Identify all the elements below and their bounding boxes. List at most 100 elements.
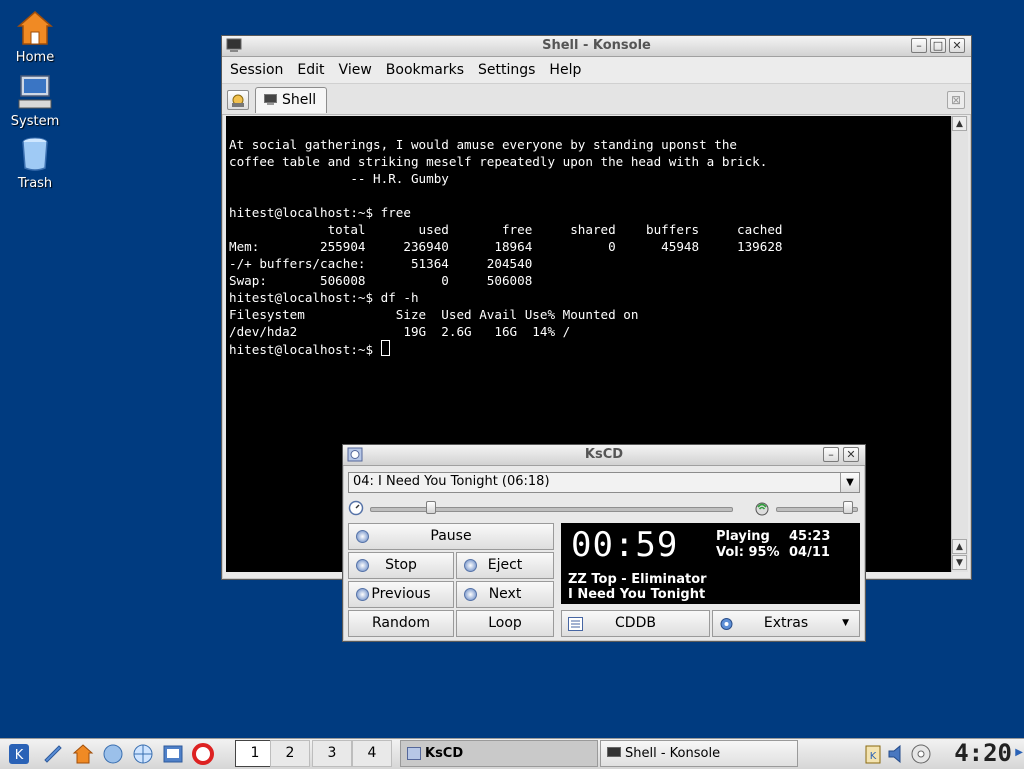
menu-session[interactable]: Session xyxy=(224,62,289,78)
desktop-icon-home[interactable]: Home xyxy=(6,8,64,65)
pause-icon xyxy=(356,530,369,543)
desktop-icon-system[interactable]: System xyxy=(6,72,64,129)
terminal-icon xyxy=(607,747,621,757)
desktop-pager-4[interactable]: 4 xyxy=(352,740,392,767)
random-label: Random xyxy=(372,615,430,631)
terminal-scrollbar[interactable]: ▲ ▲ ▼ xyxy=(951,116,968,572)
desktop-pager-3[interactable]: 3 xyxy=(312,740,352,767)
menu-view[interactable]: View xyxy=(333,62,378,78)
task-kscd[interactable]: KsCD xyxy=(400,740,598,767)
eject-icon xyxy=(464,559,477,572)
position-slider-track[interactable] xyxy=(370,507,733,512)
track-count: 04/11 xyxy=(789,545,830,560)
kscd-titlebar[interactable]: KsCD – ✕ xyxy=(343,445,865,466)
minimize-button[interactable]: – xyxy=(911,38,927,53)
lifebuoy-icon[interactable] xyxy=(192,743,214,765)
svg-text:K: K xyxy=(15,748,24,763)
speaker-icon[interactable] xyxy=(886,743,908,765)
window-title: Shell - Konsole xyxy=(542,38,651,53)
task-label: Shell - Konsole xyxy=(625,746,721,761)
close-button[interactable]: ✕ xyxy=(843,447,859,462)
total-time: 45:23 xyxy=(789,529,831,544)
disc-info: 45:23 04/11 xyxy=(789,529,830,561)
cddb-button[interactable]: CDDB xyxy=(561,610,710,637)
track-info: ZZ Top - Eliminator I Need You Tonight xyxy=(568,572,707,602)
loop-button[interactable]: Loop xyxy=(456,610,554,637)
menu-edit[interactable]: Edit xyxy=(291,62,330,78)
menubar: Session Edit View Bookmarks Settings Hel… xyxy=(222,57,971,84)
cd-icon xyxy=(407,747,421,760)
volume-icon xyxy=(755,502,769,516)
menu-bookmarks[interactable]: Bookmarks xyxy=(380,62,470,78)
eject-button[interactable]: Eject xyxy=(456,552,554,579)
loop-label: Loop xyxy=(488,615,522,631)
taskbar: K 1 2 3 4 KsCD Shell - Konsole K 4:20 ▶ xyxy=(0,738,1024,769)
chevron-down-icon: ▼ xyxy=(842,618,849,628)
extras-label: Extras xyxy=(763,615,809,631)
panel-arrow-icon[interactable]: ▶ xyxy=(1015,747,1023,758)
scroll-up-arrow-icon[interactable]: ▲ xyxy=(952,116,967,131)
desktop-icon[interactable] xyxy=(42,743,64,765)
konsole-titlebar[interactable]: Shell - Konsole – □ ✕ xyxy=(222,36,971,57)
random-button[interactable]: Random xyxy=(348,610,454,637)
track-select[interactable]: 04: I Need You Tonight (06:18) ▼ xyxy=(348,472,860,493)
desktop-pager-1[interactable]: 1 xyxy=(235,740,275,767)
kde-menu-icon[interactable]: K xyxy=(8,743,30,765)
terminal-icon xyxy=(264,94,277,105)
stop-button[interactable]: Stop xyxy=(348,552,454,579)
track-select-value: 04: I Need You Tonight (06:18) xyxy=(353,474,550,489)
close-button[interactable]: ✕ xyxy=(949,38,965,53)
next-button[interactable]: Next xyxy=(456,581,554,608)
position-slider-handle[interactable] xyxy=(426,501,437,514)
trash-icon xyxy=(22,137,48,171)
computer-icon xyxy=(18,75,52,109)
play-status: Playing xyxy=(716,529,770,544)
track-name: I Need You Tonight xyxy=(568,587,706,602)
scroll-down-arrow-icon[interactable]: ▼ xyxy=(952,555,967,570)
previous-label: Previous xyxy=(371,586,431,602)
browser-icon[interactable] xyxy=(132,743,154,765)
artist-album: ZZ Top - Eliminator xyxy=(568,572,707,587)
cd-player-tray-icon[interactable] xyxy=(910,743,932,765)
close-tab-button[interactable]: ⊠ xyxy=(947,91,965,109)
cddb-label: CDDB xyxy=(615,615,656,631)
stop-icon xyxy=(356,559,369,572)
scroll-up-arrow-icon[interactable]: ▲ xyxy=(952,539,967,554)
stop-label: Stop xyxy=(385,557,417,573)
task-konsole[interactable]: Shell - Konsole xyxy=(600,740,798,767)
next-label: Next xyxy=(488,586,522,602)
tab-shell[interactable]: Shell xyxy=(255,87,327,113)
klipper-icon[interactable]: K xyxy=(862,743,884,765)
tab-bar: Shell ⊠ xyxy=(222,84,971,115)
terminal-text: At social gatherings, I would amuse ever… xyxy=(229,137,783,339)
tab-label: Shell xyxy=(282,92,317,108)
help-icon[interactable] xyxy=(102,743,124,765)
volume-readout: Vol: 95% xyxy=(716,545,780,560)
desktop-icon-label: Trash xyxy=(17,176,53,191)
next-icon xyxy=(464,588,477,601)
minimize-button[interactable]: – xyxy=(823,447,839,462)
kscd-window: KsCD – ✕ 04: I Need You Tonight (06:18) … xyxy=(342,444,866,642)
kontact-icon[interactable] xyxy=(162,743,184,765)
volume-slider-handle[interactable] xyxy=(842,501,853,514)
pause-button[interactable]: Pause xyxy=(348,523,554,550)
clock[interactable]: 4:20 xyxy=(954,739,1012,767)
menu-help[interactable]: Help xyxy=(543,62,587,78)
chevron-down-icon[interactable]: ▼ xyxy=(840,473,859,492)
task-label: KsCD xyxy=(425,746,464,761)
cddb-icon xyxy=(568,617,583,631)
menu-settings[interactable]: Settings xyxy=(472,62,541,78)
desktop-pager-2[interactable]: 2 xyxy=(270,740,310,767)
extras-button[interactable]: Extras ▼ xyxy=(712,610,860,637)
maximize-button[interactable]: □ xyxy=(930,38,946,53)
svg-text:K: K xyxy=(870,751,877,762)
terminal-cursor xyxy=(380,340,390,356)
elapsed-time: 00:59 xyxy=(571,525,679,565)
home-icon xyxy=(17,11,53,45)
gear-icon xyxy=(720,618,733,630)
home-icon[interactable] xyxy=(72,743,94,765)
desktop-icon-trash[interactable]: Trash xyxy=(6,134,64,191)
window-title: KsCD xyxy=(584,447,624,462)
new-session-button[interactable] xyxy=(227,90,249,110)
previous-button[interactable]: Previous xyxy=(348,581,454,608)
